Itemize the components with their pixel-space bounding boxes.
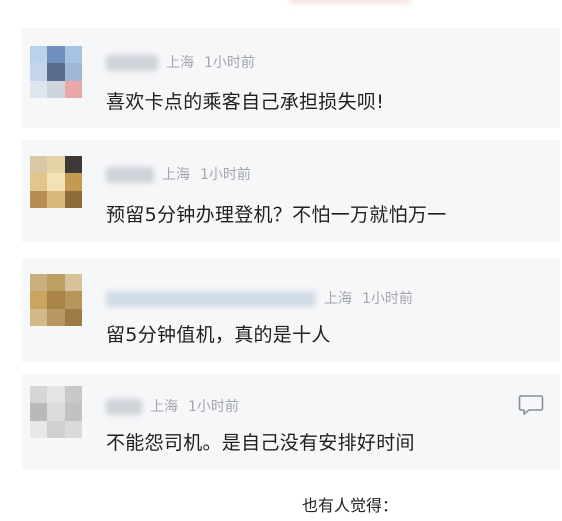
avatar[interactable] bbox=[30, 46, 82, 98]
comment-meta: 上海 1小时前 bbox=[106, 52, 255, 72]
username-blurred[interactable] bbox=[106, 291, 316, 307]
comment-text: 预留5分钟办理登机？不怕一万就怕万一 bbox=[106, 204, 447, 226]
avatar[interactable] bbox=[30, 156, 82, 208]
username-blurred[interactable] bbox=[106, 55, 158, 71]
comment-meta: 上海 1小时前 bbox=[106, 288, 413, 308]
comment-meta: 上海 1小时前 bbox=[106, 396, 239, 416]
comment-card: 上海 1小时前 不能怨司机。是自己没有安排好时间 bbox=[22, 374, 560, 470]
avatar[interactable] bbox=[30, 386, 82, 438]
blurred-header-fragment bbox=[290, 0, 410, 4]
comment-card: 上海 1小时前 预留5分钟办理登机？不怕一万就怕万一 bbox=[22, 140, 560, 242]
comment-screenshot: 上海 1小时前 喜欢卡点的乘客自己承担损失呗! 上海 1小时前 预留5分钟办理登机？… bbox=[0, 0, 562, 521]
comment-time: 1小时前 bbox=[188, 399, 239, 415]
comment-time: 1小时前 bbox=[204, 55, 255, 71]
comment-card: 上海 1小时前 喜欢卡点的乘客自己承担损失呗! bbox=[22, 28, 560, 128]
comment-time: 1小时前 bbox=[362, 291, 413, 307]
comment-location: 上海 bbox=[324, 291, 352, 307]
comment-location: 上海 bbox=[166, 55, 194, 71]
footer-caption: 也有人觉得： bbox=[302, 496, 399, 515]
comment-location: 上海 bbox=[150, 399, 178, 415]
comment-bubble-icon[interactable] bbox=[518, 394, 544, 416]
comment-time: 1小时前 bbox=[200, 167, 251, 183]
comment-text: 留5分钟值机，真的是十人 bbox=[106, 324, 331, 346]
comment-card: 上海 1小时前 留5分钟值机，真的是十人 bbox=[22, 258, 560, 362]
comment-text: 喜欢卡点的乘客自己承担损失呗! bbox=[106, 91, 385, 113]
comment-text: 不能怨司机。是自己没有安排好时间 bbox=[106, 432, 415, 454]
comment-meta: 上海 1小时前 bbox=[106, 164, 251, 184]
username-blurred[interactable] bbox=[106, 167, 154, 183]
comment-location: 上海 bbox=[162, 167, 190, 183]
username-blurred[interactable] bbox=[106, 399, 142, 415]
avatar[interactable] bbox=[30, 274, 82, 326]
